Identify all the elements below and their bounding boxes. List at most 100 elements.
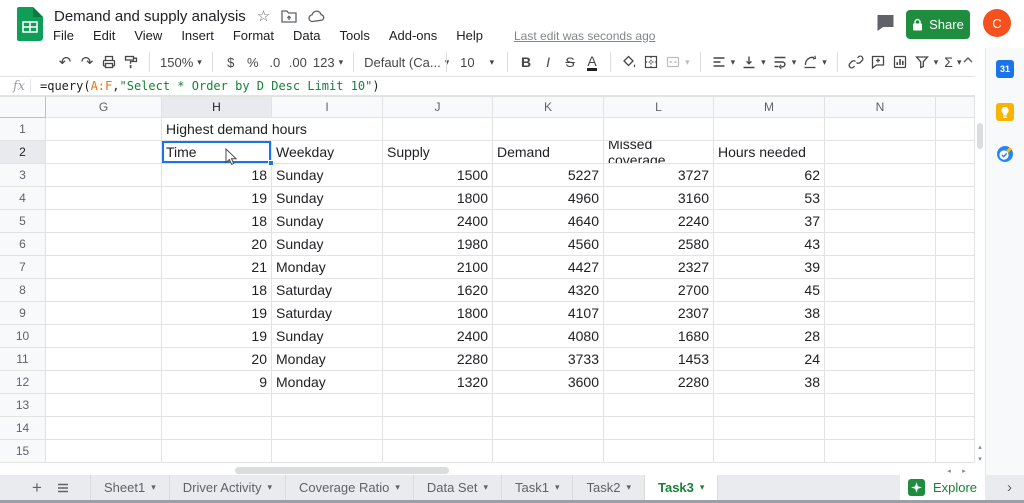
menu-data[interactable]: Data <box>291 27 322 44</box>
cell-L11[interactable]: 1453 <box>604 348 714 371</box>
cell-N5[interactable] <box>825 210 936 233</box>
font-family-select[interactable]: Default (Ca...▾ <box>361 50 449 74</box>
cell-G14[interactable] <box>46 417 162 440</box>
cloud-status-icon[interactable] <box>308 10 325 23</box>
cell-M6[interactable]: 43 <box>714 233 825 256</box>
create-filter-button[interactable]: ▾ <box>911 50 942 74</box>
column-header-L[interactable]: L <box>604 96 714 118</box>
cell-N9[interactable] <box>825 302 936 325</box>
vertical-scrollbar-thumb[interactable] <box>977 123 983 149</box>
row-header-1[interactable]: 1 <box>0 118 46 141</box>
cell-J14[interactable] <box>383 417 493 440</box>
cell-G13[interactable] <box>46 394 162 417</box>
text-color-button[interactable]: A <box>581 50 603 74</box>
cell-I11[interactable]: Monday <box>272 348 383 371</box>
cell-L15[interactable] <box>604 440 714 463</box>
cell-N6[interactable] <box>825 233 936 256</box>
row-header-5[interactable]: 5 <box>0 210 46 233</box>
undo-icon[interactable]: ↶ <box>54 50 76 74</box>
row-header-3[interactable]: 3 <box>0 164 46 187</box>
cell-K1[interactable] <box>493 118 604 141</box>
calendar-icon[interactable]: 31 <box>996 60 1014 78</box>
cell-G7[interactable] <box>46 256 162 279</box>
cell-I12[interactable]: Monday <box>272 371 383 394</box>
insert-comment-icon[interactable] <box>867 50 889 74</box>
cell-N15[interactable] <box>825 440 936 463</box>
sheet-tab-task1[interactable]: Task1 ▾ <box>500 475 573 500</box>
chevron-down-icon[interactable]: ▾ <box>151 482 156 493</box>
text-rotation-button[interactable]: ▾ <box>799 50 830 74</box>
sheet-tab-driver-activity[interactable]: Driver Activity ▾ <box>168 475 285 500</box>
cell-I13[interactable] <box>272 394 383 417</box>
horizontal-align-button[interactable]: ▾ <box>708 50 739 74</box>
cell-M4[interactable]: 53 <box>714 187 825 210</box>
cell-N7[interactable] <box>825 256 936 279</box>
strikethrough-button[interactable]: S <box>559 50 581 74</box>
cell-H9[interactable]: 19 <box>162 302 272 325</box>
cell-K3[interactable]: 5227 <box>493 164 604 187</box>
cell-N3[interactable] <box>825 164 936 187</box>
cell-I2[interactable]: Weekday <box>272 141 383 164</box>
cell-H5[interactable]: 18 <box>162 210 272 233</box>
cell-H6[interactable]: 20 <box>162 233 272 256</box>
print-icon[interactable] <box>98 50 120 74</box>
scroll-right-icon[interactable]: ▸ <box>958 466 970 475</box>
row-header-10[interactable]: 10 <box>0 325 46 348</box>
cell-I3[interactable]: Sunday <box>272 164 383 187</box>
cell-M3[interactable]: 62 <box>714 164 825 187</box>
row-header-14[interactable]: 14 <box>0 417 46 440</box>
cell-K6[interactable]: 4560 <box>493 233 604 256</box>
cell-M9[interactable]: 38 <box>714 302 825 325</box>
font-size-select[interactable]: 10 ▾ <box>454 50 500 74</box>
cell-J13[interactable] <box>383 394 493 417</box>
cell-M7[interactable]: 39 <box>714 256 825 279</box>
select-all-corner[interactable] <box>0 96 46 118</box>
bold-button[interactable]: B <box>515 50 537 74</box>
zoom-select[interactable]: 150% ▾ <box>157 50 205 74</box>
cell-H10[interactable]: 19 <box>162 325 272 348</box>
explore-button[interactable]: Explore <box>900 475 985 500</box>
formula-input[interactable]: =query(A:F,"Select * Order by D Desc Lim… <box>30 79 380 93</box>
cell-G3[interactable] <box>46 164 162 187</box>
cell-G6[interactable] <box>46 233 162 256</box>
cell-J7[interactable]: 2100 <box>383 256 493 279</box>
cell-N4[interactable] <box>825 187 936 210</box>
cell-I8[interactable]: Saturday <box>272 279 383 302</box>
cell-M14[interactable] <box>714 417 825 440</box>
row-header-15[interactable]: 15 <box>0 440 46 463</box>
cell-K7[interactable]: 4427 <box>493 256 604 279</box>
cell-K13[interactable] <box>493 394 604 417</box>
cell-J2[interactable]: Supply <box>383 141 493 164</box>
row-header-12[interactable]: 12 <box>0 371 46 394</box>
cell-N13[interactable] <box>825 394 936 417</box>
menu-file[interactable]: File <box>51 27 76 44</box>
cell-J5[interactable]: 2400 <box>383 210 493 233</box>
chevron-down-icon[interactable]: ▾ <box>626 482 631 493</box>
cell-M5[interactable]: 37 <box>714 210 825 233</box>
last-edit-link[interactable]: Last edit was seconds ago <box>514 29 655 43</box>
cell-G12[interactable] <box>46 371 162 394</box>
cell-H12[interactable]: 9 <box>162 371 272 394</box>
insert-chart-icon[interactable] <box>889 50 911 74</box>
cell-N14[interactable] <box>825 417 936 440</box>
cell-H8[interactable]: 18 <box>162 279 272 302</box>
document-title[interactable]: Demand and supply analysis <box>54 8 246 25</box>
cell-J1[interactable] <box>383 118 493 141</box>
cell-L12[interactable]: 2280 <box>604 371 714 394</box>
menu-tools[interactable]: Tools <box>337 27 371 44</box>
cell-K12[interactable]: 3600 <box>493 371 604 394</box>
cell-J3[interactable]: 1500 <box>383 164 493 187</box>
sheet-tab-data-set[interactable]: Data Set ▾ <box>412 475 501 500</box>
menu-edit[interactable]: Edit <box>91 27 117 44</box>
cell-N1[interactable] <box>825 118 936 141</box>
menu-help[interactable]: Help <box>454 27 485 44</box>
row-header-7[interactable]: 7 <box>0 256 46 279</box>
column-header-K[interactable]: K <box>493 96 604 118</box>
scroll-down-icon[interactable]: ▾ <box>975 453 985 464</box>
cell-N2[interactable] <box>825 141 936 164</box>
format-currency-button[interactable]: $ <box>220 50 242 74</box>
vertical-align-button[interactable]: ▾ <box>738 50 769 74</box>
cell-J12[interactable]: 1320 <box>383 371 493 394</box>
cell-J8[interactable]: 1620 <box>383 279 493 302</box>
chevron-down-icon[interactable]: ▾ <box>395 482 400 493</box>
